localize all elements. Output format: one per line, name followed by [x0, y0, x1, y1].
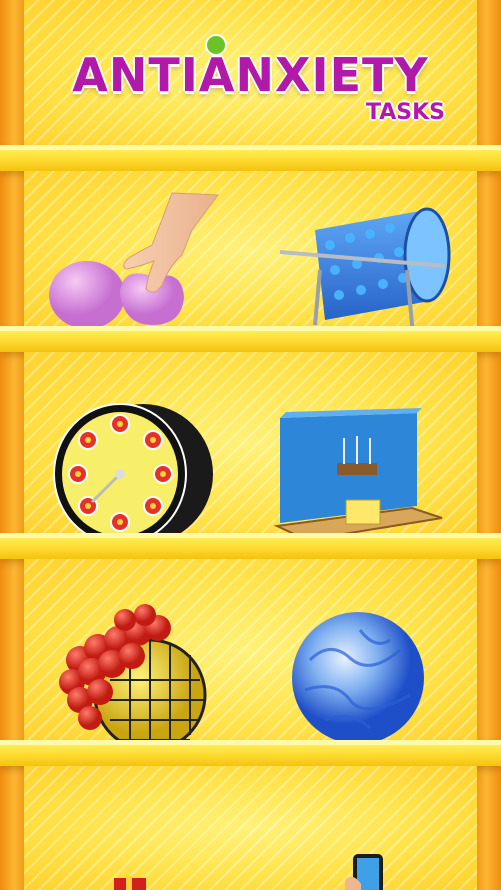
shelf-3 [0, 533, 501, 559]
app-subtitle: TASKS [365, 100, 445, 125]
task-phone-toy[interactable] [345, 850, 395, 890]
blue-box-icon [273, 408, 443, 542]
shelf-row-4 [24, 766, 477, 890]
phone-icon [345, 854, 383, 890]
app-title: ANTIANXIETY [72, 48, 429, 102]
dial-wheel-icon [53, 403, 213, 545]
title-accent-dot [205, 34, 227, 56]
title-banner: ANTIANXIETY TASKS [24, 0, 477, 140]
shelf-1 [0, 145, 501, 171]
task-dial-wheel-toy[interactable] [48, 402, 218, 552]
task-squeeze-slime-balls[interactable] [42, 185, 222, 330]
pink-squish-balls-icon [49, 192, 219, 329]
task-blue-box-machine[interactable] [272, 408, 447, 553]
task-blue-marble-ball[interactable] [290, 610, 430, 750]
task-spiky-cylinder-roller[interactable] [275, 190, 455, 340]
blue-ball-icon [292, 612, 424, 744]
task-mesh-stress-ball[interactable] [50, 600, 210, 755]
spiky-roller-icon [279, 207, 451, 336]
red-gift-icon [114, 876, 146, 890]
shelf-2 [0, 326, 501, 352]
task-red-gift-toy[interactable] [110, 870, 150, 890]
mesh-ball-icon [59, 604, 207, 752]
shelf-4 [0, 740, 501, 766]
